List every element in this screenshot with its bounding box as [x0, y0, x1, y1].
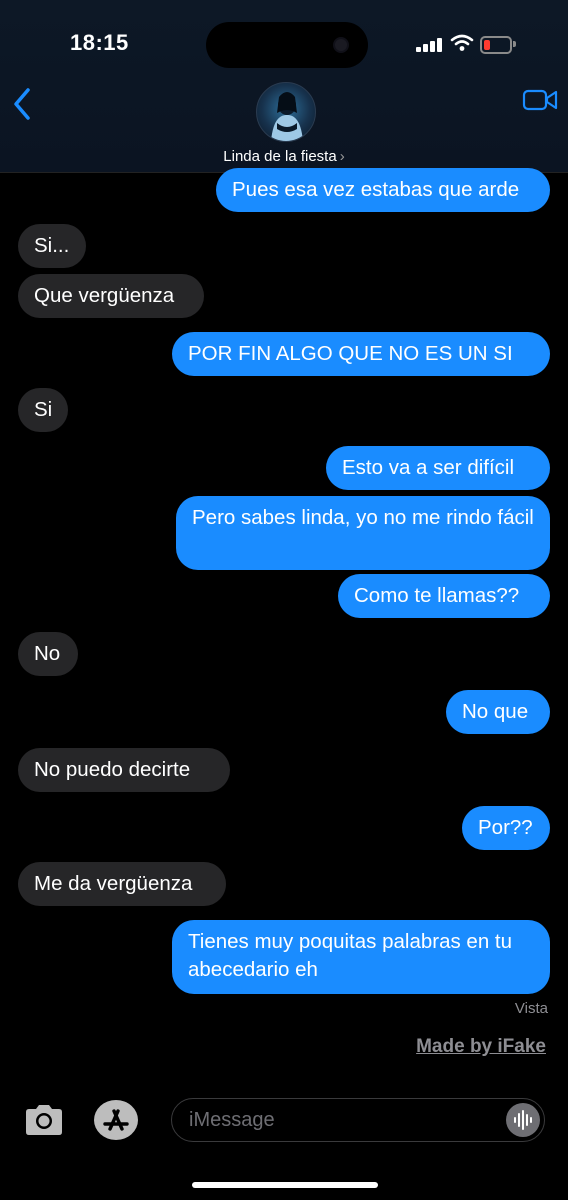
status-bar: 18:15	[0, 0, 568, 80]
message-incoming: Que vergüenza	[18, 274, 204, 318]
message-incoming: No	[18, 632, 78, 676]
message-incoming: Si	[18, 388, 68, 432]
chevron-right-icon: ›	[339, 148, 345, 165]
back-chevron-icon[interactable]	[8, 86, 38, 122]
message-outgoing: Esto va a ser difícil	[326, 446, 550, 490]
message-outgoing: Pero sabes linda, yo no me rindo fácil	[176, 496, 550, 570]
status-time: 18:15	[70, 30, 129, 55]
message-outgoing: POR FIN ALGO QUE NO ES UN SI	[172, 332, 550, 376]
message-outgoing: Como te llamas??	[338, 574, 550, 618]
front-camera	[333, 37, 349, 53]
message-incoming: Me da vergüenza	[18, 862, 226, 906]
wifi-icon	[450, 34, 474, 51]
message-outgoing: Pues esa vez estabas que arde	[216, 168, 550, 212]
contact-name[interactable]: Linda de la fiesta ›	[0, 148, 568, 165]
imessage-input[interactable]: iMessage	[171, 1098, 545, 1142]
contact-avatar[interactable]	[256, 82, 316, 142]
message-incoming: No puedo decirte	[18, 748, 230, 792]
message-outgoing: Por??	[462, 806, 550, 850]
read-receipt: Vista	[514, 1000, 548, 1017]
message-incoming: Si...	[18, 224, 86, 268]
signal-icon	[416, 36, 444, 52]
battery-icon	[480, 36, 516, 54]
input-placeholder: iMessage	[189, 1109, 275, 1131]
home-indicator[interactable]	[192, 1182, 378, 1188]
video-call-icon[interactable]	[522, 88, 558, 112]
message-outgoing: No que	[446, 690, 550, 734]
app-store-icon[interactable]	[94, 1100, 138, 1140]
watermark-link[interactable]: Made by iFake	[416, 1036, 546, 1058]
audio-waveform-icon[interactable]	[506, 1103, 540, 1137]
message-outgoing: Tienes muy poquitas palabras en tu abece…	[172, 920, 550, 994]
camera-icon[interactable]	[22, 1102, 66, 1138]
